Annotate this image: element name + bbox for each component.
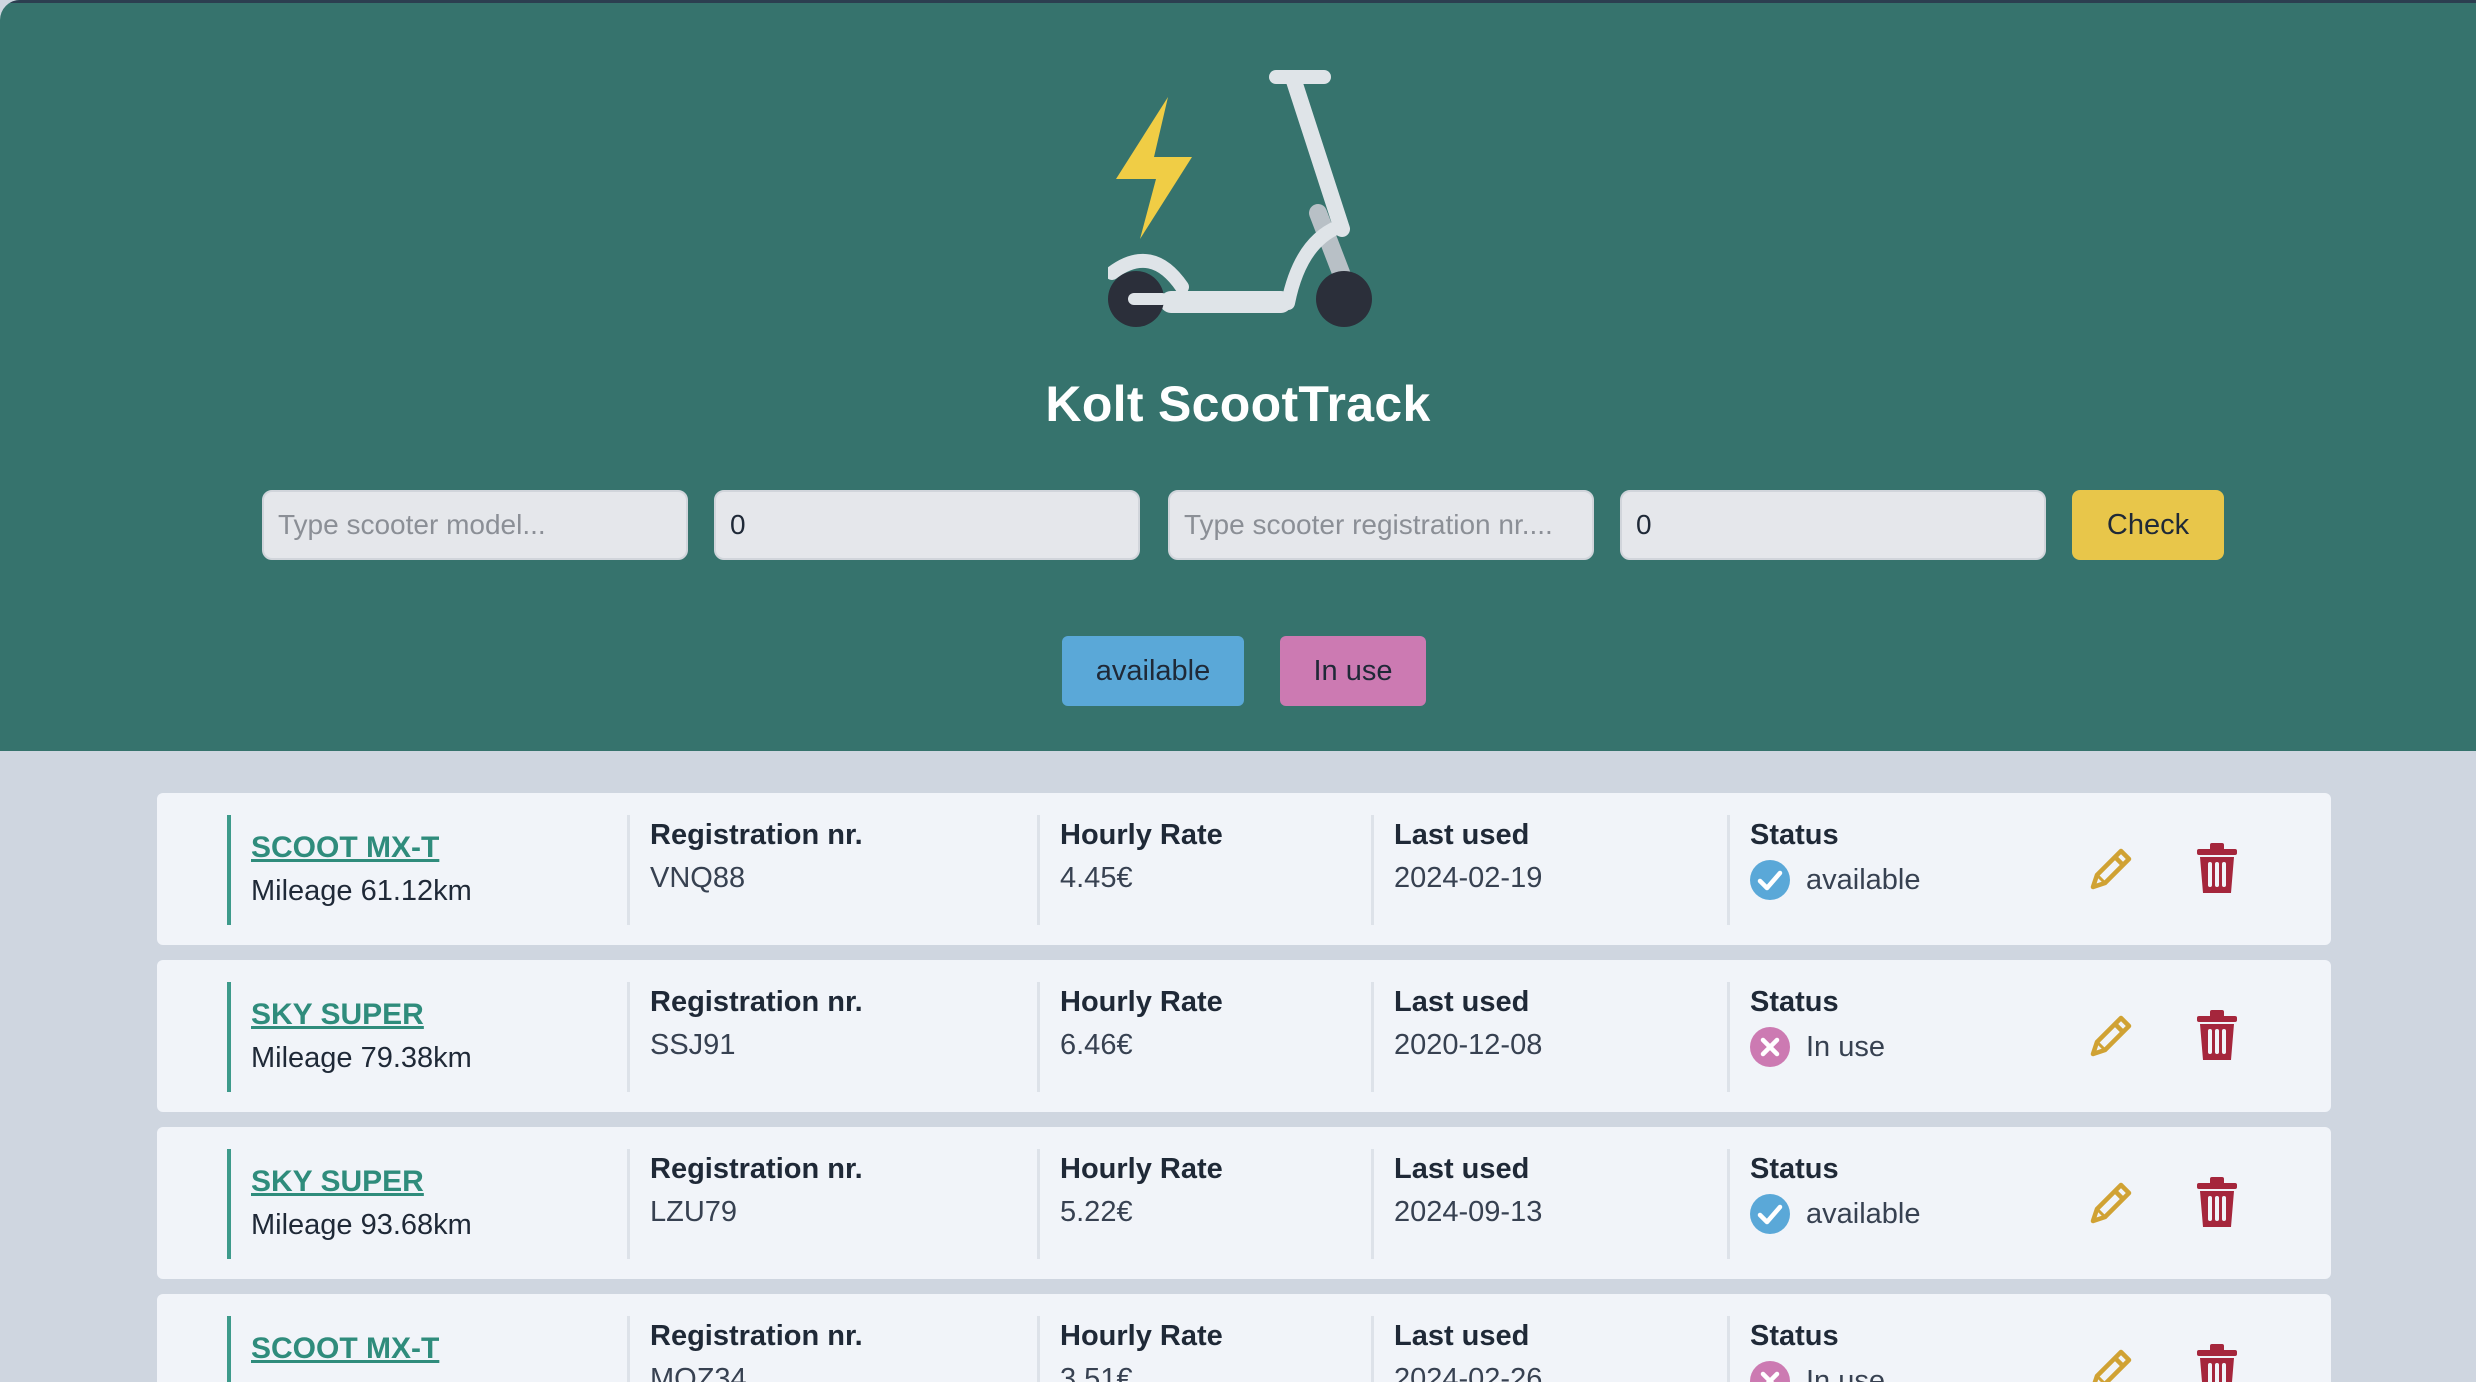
header: Kolt ScootTrack Check available In use: [0, 0, 2476, 751]
registration-column: Registration nr. MQZ34: [627, 1316, 1035, 1382]
registration-label: Registration nr.: [650, 819, 863, 851]
last-used-label: Last used: [1394, 986, 1530, 1018]
scooter-card: SCOOT MX-T Mileage 61.12km Registration …: [157, 793, 2331, 945]
scooter-name-column: SCOOT MX-T: [227, 1316, 627, 1382]
hourly-rate-label: Hourly Rate: [1060, 1153, 1223, 1185]
scooter-name-column: SKY SUPER Mileage 79.38km: [227, 982, 627, 1092]
registration-input[interactable]: [1168, 490, 1594, 560]
scooter-name-link[interactable]: SCOOT MX-T: [251, 1332, 627, 1366]
last-used-column: Last used 2024-02-26: [1371, 1316, 1725, 1382]
status-text: In use: [1806, 1030, 1885, 1063]
trash-icon[interactable]: [2197, 843, 2237, 893]
hourly-rate-value: 4.45€: [1060, 862, 1133, 894]
status-row: available: [1750, 1194, 2027, 1234]
hourly-rate-label: Hourly Rate: [1060, 1320, 1223, 1352]
status-column: Status available: [1727, 815, 2027, 925]
scooter-name-column: SCOOT MX-T Mileage 61.12km: [227, 815, 627, 925]
hourly-rate-column: Hourly Rate 6.46€: [1037, 982, 1371, 1092]
page: Kolt ScootTrack Check available In use S…: [0, 0, 2476, 1382]
registration-column: Registration nr. SSJ91: [627, 982, 1035, 1092]
app-title: Kolt ScootTrack: [1045, 376, 1431, 432]
trash-icon[interactable]: [2197, 1177, 2237, 1227]
edit-pencil-icon[interactable]: [2085, 843, 2137, 895]
scooter-name-column: SKY SUPER Mileage 93.68km: [227, 1149, 627, 1259]
status-text: available: [1806, 1197, 1921, 1230]
status-label: Status: [1750, 819, 1839, 851]
hourly-rate-value: 3.51€: [1060, 1363, 1133, 1382]
status-text: available: [1806, 863, 1921, 896]
status-label: Status: [1750, 1153, 1839, 1185]
registration-column: Registration nr. LZU79: [627, 1149, 1035, 1259]
hourly-rate-value: 5.22€: [1060, 1196, 1133, 1228]
status-row: In use: [1750, 1027, 2027, 1067]
check-button[interactable]: Check: [2072, 490, 2224, 560]
status-column: Status In use: [1727, 1316, 2027, 1382]
registration-value: LZU79: [650, 1196, 738, 1228]
x-circle-icon: [1750, 1361, 1790, 1382]
scooter-mileage: Mileage 93.68km: [251, 1209, 472, 1241]
last-used-value: 2024-02-26: [1394, 1363, 1543, 1382]
status-label: Status: [1750, 986, 1839, 1018]
check-circle-icon: [1750, 860, 1790, 900]
status-column: Status available: [1727, 1149, 2027, 1259]
edit-pencil-icon[interactable]: [2085, 1177, 2137, 1229]
x-circle-icon: [1750, 1027, 1790, 1067]
registration-label: Registration nr.: [650, 986, 863, 1018]
hourly-rate-column: Hourly Rate 3.51€: [1037, 1316, 1371, 1382]
registration-value: MQZ34: [650, 1363, 747, 1382]
hourly-rate-column: Hourly Rate 4.45€: [1037, 815, 1371, 925]
scooter-mileage: Mileage 79.38km: [251, 1042, 472, 1074]
scooter-card: SKY SUPER Mileage 93.68km Registration n…: [157, 1127, 2331, 1279]
last-used-label: Last used: [1394, 1320, 1530, 1352]
scooter-name-link[interactable]: SCOOT MX-T: [251, 831, 627, 865]
edit-pencil-icon[interactable]: [2085, 1344, 2137, 1382]
trash-icon[interactable]: [2197, 1010, 2237, 1060]
last-used-column: Last used 2024-09-13: [1371, 1149, 1725, 1259]
check-circle-icon: [1750, 1194, 1790, 1234]
hourly-rate-label: Hourly Rate: [1060, 819, 1223, 851]
registration-column: Registration nr. VNQ88: [627, 815, 1035, 925]
scooter-name-link[interactable]: SKY SUPER: [251, 1165, 627, 1199]
electric-scooter-logo: [1108, 70, 1372, 327]
status-row: available: [1750, 860, 2027, 900]
status-row: In use: [1750, 1361, 2027, 1382]
last-used-value: 2024-02-19: [1394, 862, 1543, 894]
scooter-model-input[interactable]: [262, 490, 688, 560]
status-text: In use: [1806, 1364, 1885, 1382]
registration-label: Registration nr.: [650, 1320, 863, 1352]
hourly-rate-column: Hourly Rate 5.22€: [1037, 1149, 1371, 1259]
mileage-input[interactable]: [714, 490, 1140, 560]
trash-icon[interactable]: [2197, 1344, 2237, 1382]
last-used-value: 2024-09-13: [1394, 1196, 1543, 1228]
last-used-label: Last used: [1394, 819, 1530, 851]
hourly-rate-input[interactable]: [1620, 490, 2046, 560]
last-used-column: Last used 2024-02-19: [1371, 815, 1725, 925]
registration-value: VNQ88: [650, 862, 746, 894]
scooter-card: SCOOT MX-T Registration nr. MQZ34 Hourly…: [157, 1294, 2331, 1382]
hourly-rate-value: 6.46€: [1060, 1029, 1133, 1061]
hourly-rate-label: Hourly Rate: [1060, 986, 1223, 1018]
scooter-card: SKY SUPER Mileage 79.38km Registration n…: [157, 960, 2331, 1112]
registration-label: Registration nr.: [650, 1153, 863, 1185]
registration-value: SSJ91: [650, 1029, 736, 1061]
last-used-label: Last used: [1394, 1153, 1530, 1185]
scooter-name-link[interactable]: SKY SUPER: [251, 998, 627, 1032]
filter-in-use-button[interactable]: In use: [1280, 636, 1426, 706]
scooter-mileage: Mileage 61.12km: [251, 875, 472, 907]
edit-pencil-icon[interactable]: [2085, 1010, 2137, 1062]
status-label: Status: [1750, 1320, 1839, 1352]
last-used-column: Last used 2020-12-08: [1371, 982, 1725, 1092]
filter-available-button[interactable]: available: [1062, 636, 1244, 706]
status-column: Status In use: [1727, 982, 2027, 1092]
last-used-value: 2020-12-08: [1394, 1029, 1543, 1061]
